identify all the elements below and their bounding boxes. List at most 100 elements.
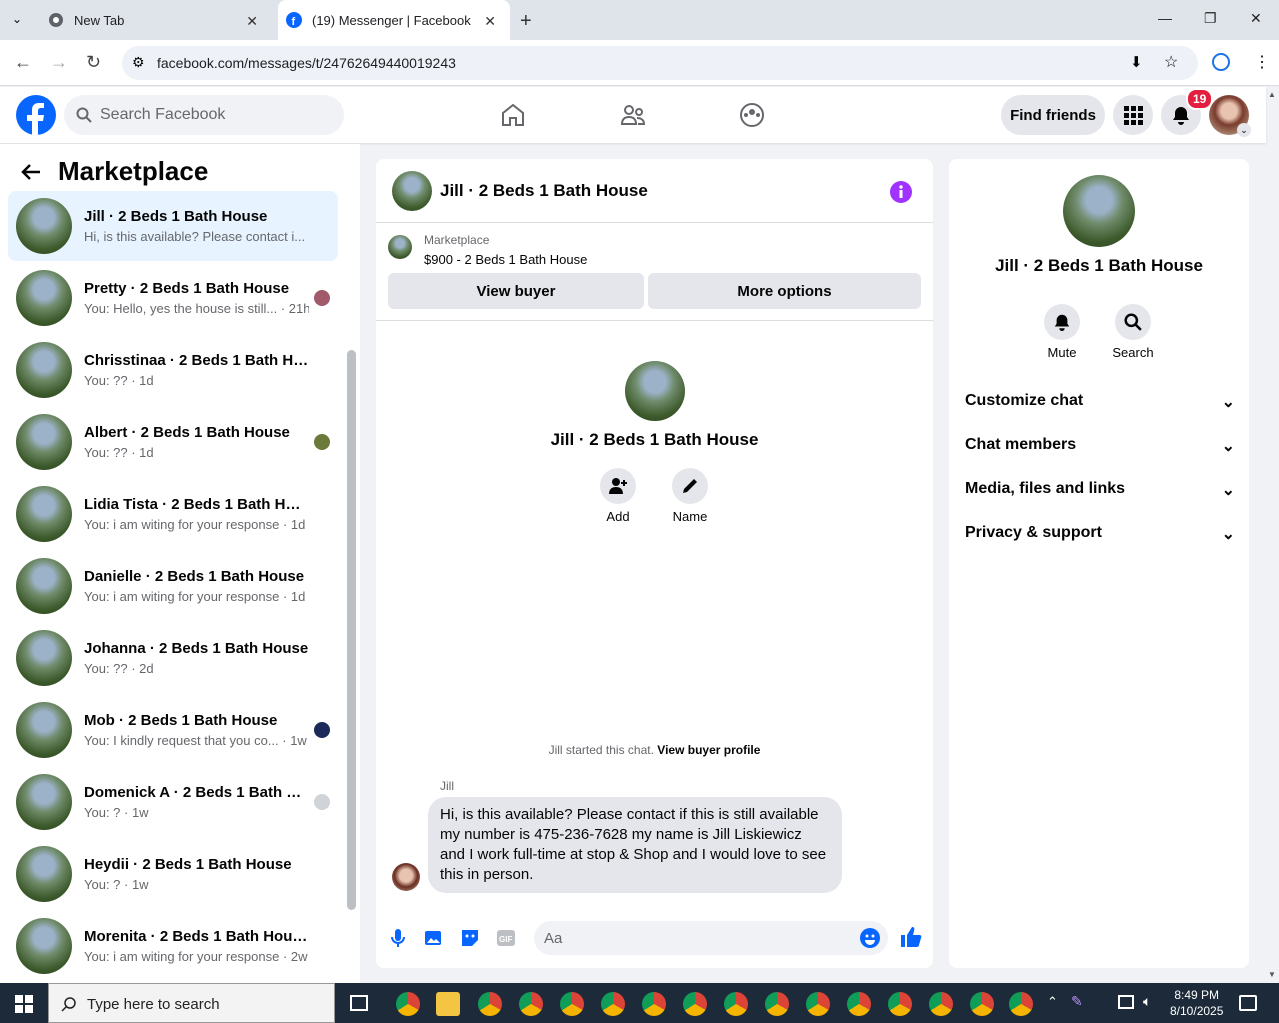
chrome-taskbar-icon[interactable] <box>724 992 748 1016</box>
more-options-button[interactable]: More options <box>648 273 921 309</box>
chrome-taskbar-icon[interactable] <box>929 992 953 1016</box>
chrome-taskbar-icon[interactable] <box>683 992 707 1016</box>
profile-icon[interactable] <box>1212 53 1230 71</box>
listing-title[interactable]: $900 - 2 Beds 1 Bath House <box>424 252 587 267</box>
conversation-item[interactable]: Morenita · 2 Beds 1 Bath House You: i am … <box>8 911 338 981</box>
tab-messenger[interactable]: f (19) Messenger | Facebook ✕ <box>278 0 510 40</box>
chrome-taskbar-icon-active[interactable] <box>642 992 666 1016</box>
home-icon[interactable] <box>500 102 526 128</box>
network-icon[interactable] <box>1118 995 1134 1009</box>
add-button[interactable] <box>600 468 636 504</box>
file-explorer-icon[interactable] <box>436 992 460 1016</box>
conversation-item[interactable]: Heydii · 2 Beds 1 Bath House You: ? · 1w <box>8 839 338 909</box>
chrome-taskbar-icon[interactable] <box>765 992 789 1016</box>
tab-search-dropdown[interactable]: ⌄ <box>12 12 22 26</box>
listing-thumbnail[interactable] <box>388 235 412 259</box>
chevron-down-icon: ⌄ <box>1221 394 1235 411</box>
conversation-item[interactable]: Pretty · 2 Beds 1 Bath House You: Hello, … <box>8 263 338 333</box>
sticker-icon[interactable] <box>460 928 480 948</box>
thumbs-up-icon[interactable] <box>900 926 922 948</box>
page-scrollbar-up[interactable]: ▲ <box>1268 90 1276 99</box>
photo-icon[interactable] <box>424 928 444 948</box>
close-tab-icon[interactable]: ✕ <box>484 13 496 30</box>
groups-icon[interactable] <box>739 102 765 128</box>
message-input[interactable]: Aa <box>534 921 888 955</box>
friends-icon[interactable] <box>620 102 646 128</box>
chrome-taskbar-icon[interactable] <box>601 992 625 1016</box>
view-buyer-profile-link[interactable]: View buyer profile <box>657 743 760 757</box>
privacy-support-section[interactable]: Privacy & support ⌄ <box>965 524 1235 544</box>
conversation-item[interactable]: Albert · 2 Beds 1 Bath House You: ?? · 1d <box>8 407 338 477</box>
view-buyer-button[interactable]: View buyer <box>388 273 644 309</box>
conversation-item[interactable]: Jill · 2 Beds 1 Bath House Hi, is this av… <box>8 191 338 261</box>
seen-avatar <box>314 722 330 738</box>
conversation-item[interactable]: Johanna · 2 Beds 1 Bath House You: ?? · 2… <box>8 623 338 693</box>
conversation-item[interactable]: Chrisstinaa · 2 Beds 1 Bath House You: ??… <box>8 335 338 405</box>
details-avatar[interactable] <box>1063 175 1135 247</box>
chrome-taskbar-icon[interactable] <box>396 992 420 1016</box>
search-in-chat-button[interactable] <box>1115 304 1151 340</box>
site-settings-icon[interactable]: ⚙ <box>132 54 145 71</box>
menu-grid-button[interactable] <box>1113 95 1153 135</box>
task-view-icon[interactable] <box>350 995 368 1011</box>
reload-icon[interactable]: ↻ <box>86 52 101 73</box>
chrome-taskbar-icon[interactable] <box>560 992 584 1016</box>
chat-members-section[interactable]: Chat members ⌄ <box>965 436 1235 456</box>
profile-name: Jill · 2 Beds 1 Bath House <box>550 430 759 449</box>
chrome-taskbar-icon[interactable] <box>970 992 994 1016</box>
emoji-icon[interactable] <box>860 928 880 948</box>
maximize-icon[interactable]: ❐ <box>1204 10 1217 27</box>
conversation-name: Pretty · 2 Beds 1 Bath House <box>84 280 290 297</box>
back-icon[interactable]: ← <box>14 52 32 73</box>
chrome-taskbar-icon[interactable] <box>847 992 871 1016</box>
name-button[interactable] <box>672 468 708 504</box>
conversation-item[interactable]: Mob · 2 Beds 1 Bath House You: I kindly r… <box>8 695 338 765</box>
back-arrow-icon[interactable] <box>20 161 42 183</box>
avatar <box>16 702 72 758</box>
tray-chevron-up-icon[interactable]: ⌃ <box>1047 994 1058 1010</box>
mute-button[interactable] <box>1044 304 1080 340</box>
chevron-down-icon: ⌄ <box>1221 526 1235 543</box>
windows-start-icon[interactable] <box>15 995 33 1013</box>
chrome-taskbar-icon[interactable] <box>1009 992 1033 1016</box>
chrome-taskbar-icon[interactable] <box>806 992 830 1016</box>
info-icon[interactable] <box>890 181 912 203</box>
conversation-preview: You: ?? · 2d <box>84 661 154 676</box>
chevron-down-icon[interactable]: ⌄ <box>1237 123 1251 137</box>
volume-icon[interactable]: 🔈︎ <box>1143 993 1151 1010</box>
find-friends-button[interactable]: Find friends <box>1001 95 1105 135</box>
notification-center-icon[interactable] <box>1239 995 1257 1011</box>
bookmark-star-icon[interactable]: ☆ <box>1164 52 1178 72</box>
media-files-section[interactable]: Media, files and links ⌄ <box>965 480 1235 500</box>
message-bubble[interactable]: Hi, is this available? Please contact if… <box>428 797 842 893</box>
menu-kebab-icon[interactable]: ⋮ <box>1254 52 1270 72</box>
sender-avatar[interactable] <box>392 863 420 891</box>
chat-title[interactable]: Jill · 2 Beds 1 Bath House <box>440 181 648 201</box>
minimize-icon[interactable]: — <box>1158 10 1172 26</box>
gif-icon[interactable]: GIF <box>496 928 516 948</box>
close-window-icon[interactable]: ✕ <box>1250 10 1262 27</box>
tab-new-tab[interactable]: New Tab ✕ <box>40 0 272 40</box>
customize-chat-section[interactable]: Customize chat ⌄ <box>965 392 1235 412</box>
conversation-item[interactable]: Danielle · 2 Beds 1 Bath House You: i am … <box>8 551 338 621</box>
system-clock[interactable]: 8:49 PM 8/10/2025 <box>1170 987 1223 1019</box>
conversation-item[interactable]: Lidia Tista · 2 Beds 1 Bath House You: i … <box>8 479 338 549</box>
list-scrollbar[interactable] <box>347 350 356 910</box>
forward-icon[interactable]: → <box>50 52 68 73</box>
page-scrollbar-down[interactable]: ▼ <box>1268 970 1276 979</box>
close-tab-icon[interactable]: ✕ <box>246 13 258 30</box>
install-icon[interactable]: ⬇ <box>1130 53 1143 71</box>
microphone-icon[interactable] <box>390 928 406 948</box>
browser-toolbar: ← → ↻ ⚙ facebook.com/messages/t/24762649… <box>0 40 1279 86</box>
address-bar[interactable]: ⚙ facebook.com/messages/t/24762649440019… <box>122 46 1198 80</box>
conversation-item[interactable]: Domenick A · 2 Beds 1 Bath H... You: ? · … <box>8 767 338 837</box>
taskbar-search[interactable]: Type here to search <box>48 983 335 1023</box>
seen-avatar <box>314 794 330 810</box>
new-tab-icon[interactable]: + <box>520 10 532 33</box>
chrome-taskbar-icon[interactable] <box>888 992 912 1016</box>
chrome-taskbar-icon[interactable] <box>478 992 502 1016</box>
pen-icon[interactable]: ✎ <box>1071 993 1083 1010</box>
facebook-logo-icon[interactable] <box>16 95 56 135</box>
facebook-search[interactable]: Search Facebook <box>64 95 344 135</box>
chrome-taskbar-icon[interactable] <box>519 992 543 1016</box>
